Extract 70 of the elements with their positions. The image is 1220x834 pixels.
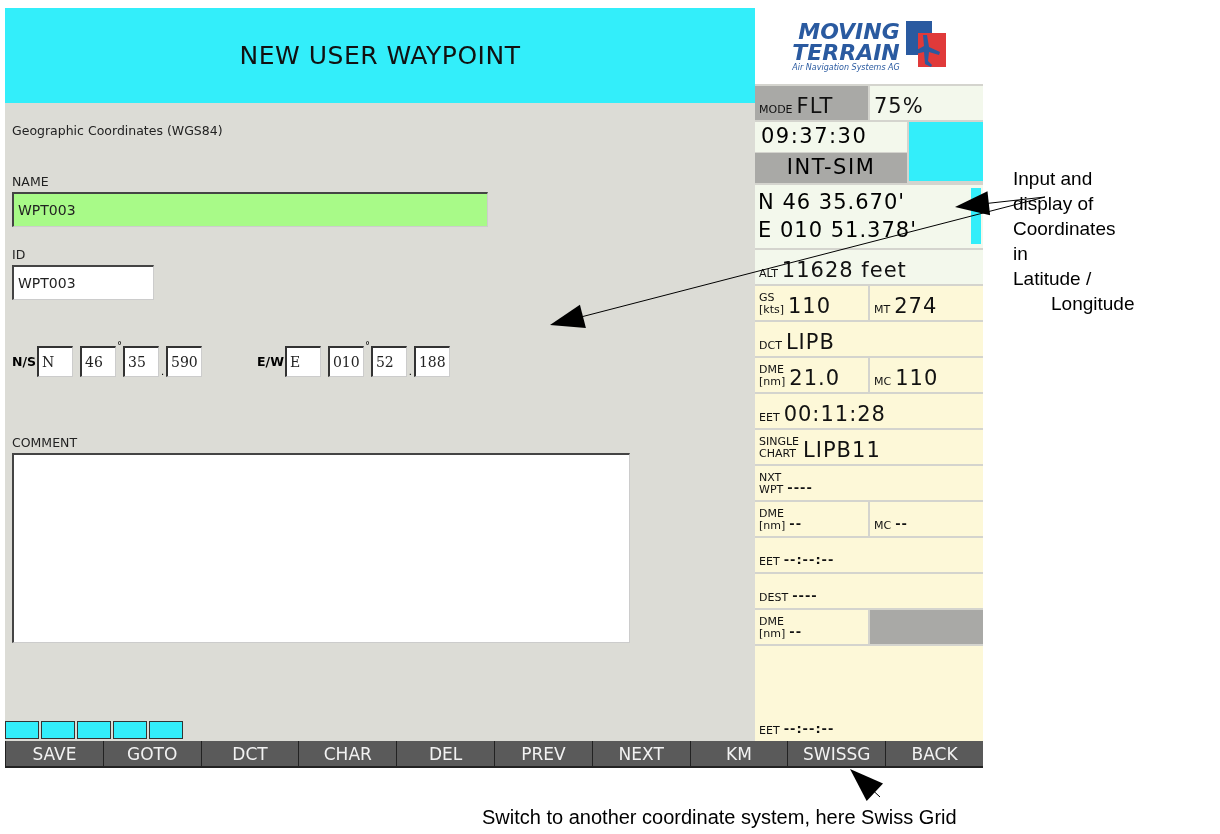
status-value: --:--:-- <box>783 552 835 569</box>
logo-tagline: Air Navigation Systems AG <box>792 62 900 72</box>
separator-mark: . <box>159 366 166 377</box>
callout-arrow <box>850 769 884 801</box>
status-value: 110 <box>788 294 832 318</box>
coordinate-field[interactable]: 590 <box>166 346 203 377</box>
status-label: EET <box>759 556 780 570</box>
indicator-light <box>41 721 75 739</box>
comment-field[interactable] <box>12 453 630 643</box>
status-value: 00:11:28 <box>783 402 886 426</box>
status-label: EET <box>759 412 780 426</box>
logo-text: MOVING <box>798 20 900 42</box>
status-value: -- <box>789 624 803 641</box>
field-label: COMMENT <box>12 435 79 450</box>
status-value: -- <box>789 516 803 533</box>
status-label: MODE <box>759 104 793 118</box>
field-label: N/S <box>12 354 37 369</box>
status-label: GS [kts] <box>759 292 784 318</box>
text-field[interactable]: WPT003 <box>12 192 488 227</box>
status-value: 75% <box>874 94 924 118</box>
status-value: ---- <box>787 480 813 497</box>
status-label: ALT <box>759 268 778 282</box>
coordinate-field[interactable]: 46 <box>80 346 117 377</box>
source-indicator: INT-SIM <box>755 153 907 183</box>
status-value: FLT <box>796 94 834 118</box>
coordinate-field[interactable]: 35 <box>123 346 160 377</box>
status-value: -- <box>895 516 908 533</box>
indicator-light <box>113 721 147 739</box>
clock-time: 09:37:30 <box>755 122 907 152</box>
status-value: 274 <box>894 294 938 318</box>
status-label: MC <box>874 520 892 534</box>
indicator-light <box>5 721 39 739</box>
annotation-text: Input and display of Coordinates in Latitude / Longitude <box>1013 167 1136 316</box>
coordinate-system-label: Geographic Coordinates (WGS84) <box>12 123 224 138</box>
coordinate-field[interactable]: N <box>37 346 74 377</box>
annotation-caption: Switch to another coordinate system, here Swiss Grid <box>482 806 957 829</box>
status-label: EET <box>759 725 780 739</box>
position-readout: E 010 51.378' <box>758 217 917 244</box>
coordinate-field[interactable]: E <box>284 346 321 377</box>
status-value: 110 <box>895 366 939 390</box>
status-label: MT <box>874 304 891 318</box>
indicator-light <box>77 721 111 739</box>
position-readout: N 46 35.670' <box>758 189 907 216</box>
coordinate-field[interactable]: 52 <box>370 346 407 377</box>
screen-title: NEW USER WAYPOINT <box>239 41 521 70</box>
field-label: NAME <box>12 174 50 189</box>
status-label: DME [nm] <box>759 508 786 534</box>
separator-mark: . <box>407 366 414 377</box>
status-value: 11628 feet <box>781 258 907 282</box>
separator-mark: ° <box>363 340 371 351</box>
status-value: ---- <box>792 588 818 605</box>
status-label: SINGLE CHART <box>759 436 800 462</box>
separator-mark: ° <box>116 340 124 351</box>
status-label: DME [nm] <box>759 364 786 390</box>
status-value: 21.0 <box>789 366 841 390</box>
status-label: DEST <box>759 592 789 606</box>
status-label: DCT <box>759 340 782 354</box>
status-value: LIPB11 <box>803 438 881 462</box>
text-field[interactable]: WPT003 <box>12 265 154 300</box>
indicator-light <box>149 721 183 739</box>
status-label: MC <box>874 376 892 390</box>
status-value: LIPB <box>785 330 835 354</box>
logo-text: TERRAIN <box>792 41 900 63</box>
field-label: ID <box>12 247 27 262</box>
status-label: NXT WPT <box>759 472 784 498</box>
field-label: E/W <box>257 354 284 369</box>
coordinate-field[interactable]: 188 <box>413 346 450 377</box>
status-label: DME [nm] <box>759 616 786 642</box>
status-value: --:--:-- <box>783 721 835 738</box>
coordinate-field[interactable]: 010 <box>327 346 364 377</box>
